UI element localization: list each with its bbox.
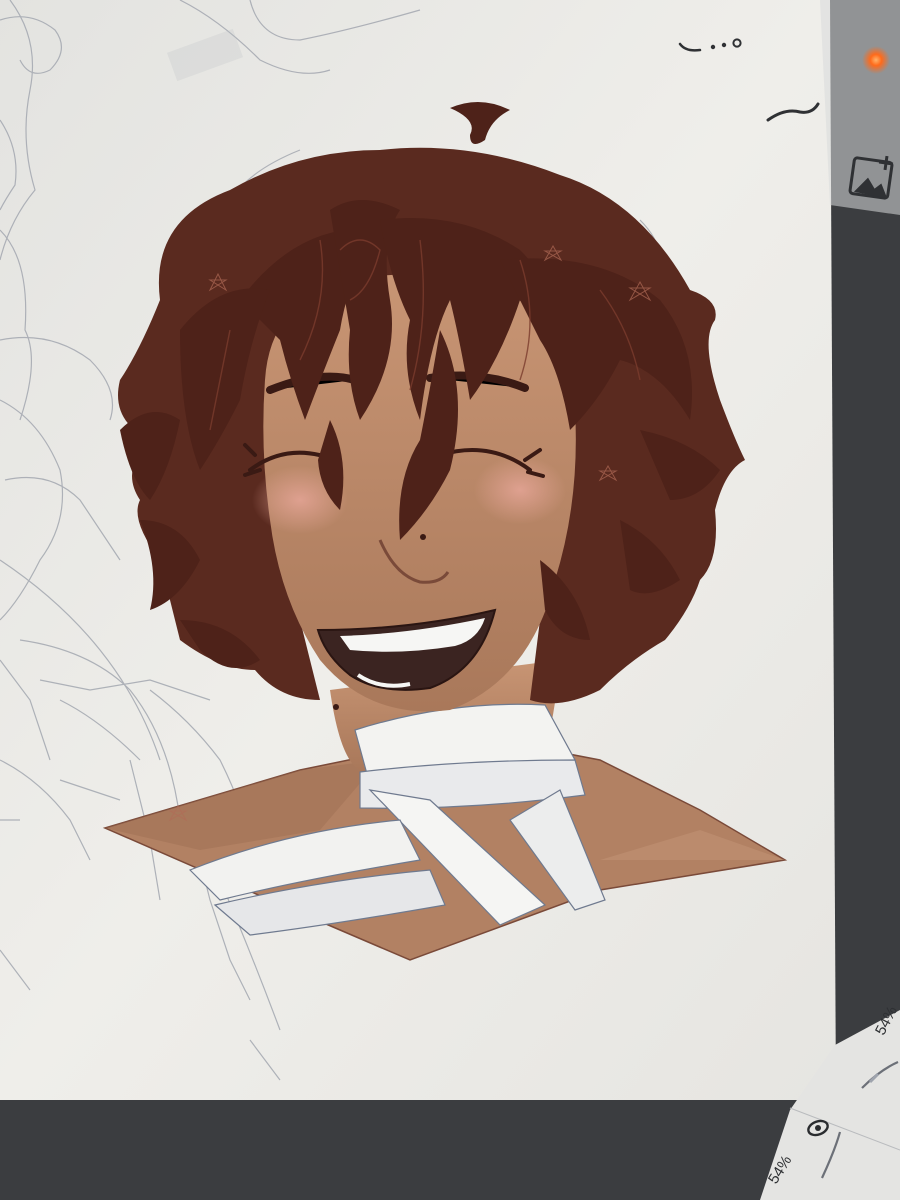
chin-mole	[333, 704, 339, 710]
face-mole	[420, 534, 426, 540]
canvas-scene	[0, 0, 900, 1200]
drawing-app-screen: 54% 54%	[0, 0, 900, 1200]
right-blush	[474, 456, 566, 524]
camera-led	[862, 46, 890, 74]
